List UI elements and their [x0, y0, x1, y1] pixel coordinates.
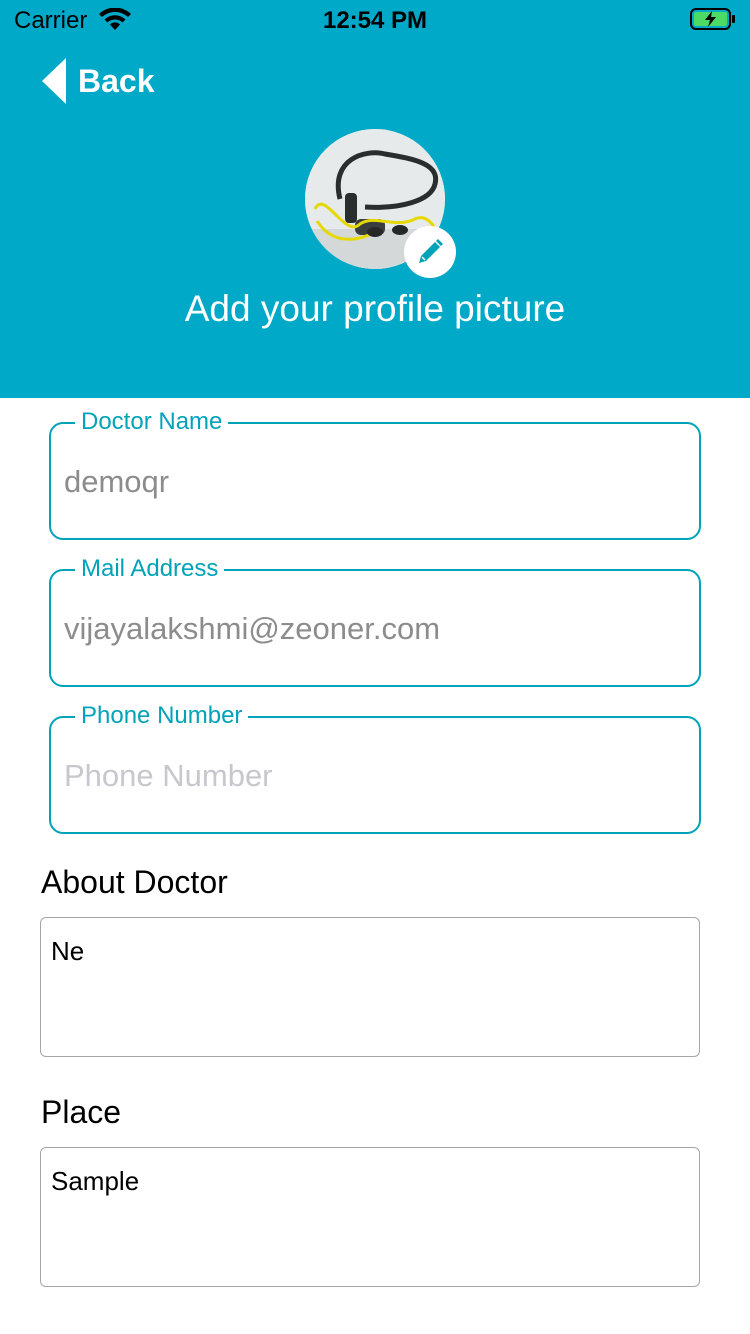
edit-photo-button[interactable] — [404, 226, 456, 278]
place-input[interactable]: Sample — [40, 1147, 700, 1287]
phone-number-placeholder[interactable]: Phone Number — [64, 758, 664, 794]
back-button[interactable]: Back — [40, 56, 155, 106]
mail-address-field[interactable]: Mail Address vijayalakshmi@zeoner.com — [49, 554, 701, 687]
doctor-name-value[interactable]: demoqr — [64, 464, 664, 500]
doctor-name-label: Doctor Name — [75, 407, 229, 437]
profile-picture[interactable] — [305, 129, 456, 278]
phone-number-label: Phone Number — [75, 701, 249, 731]
battery-charging-icon — [690, 8, 735, 30]
mail-address-value[interactable]: vijayalakshmi@zeoner.com — [64, 611, 664, 647]
mail-address-label: Mail Address — [75, 554, 225, 584]
back-label: Back — [78, 62, 155, 99]
doctor-name-field[interactable]: Doctor Name demoqr — [49, 407, 701, 540]
pencil-icon — [419, 239, 443, 263]
status-bar: Carrier 12:54 PM — [0, 0, 750, 40]
back-chevron-icon — [42, 58, 66, 104]
place-label: Place — [41, 1094, 122, 1130]
status-time: 12:54 PM — [322, 7, 428, 34]
place-value: Sample — [51, 1166, 140, 1196]
about-doctor-label: About Doctor — [41, 864, 228, 900]
about-doctor-input[interactable]: Ne — [40, 917, 700, 1057]
phone-number-field[interactable]: Phone Number Phone Number — [49, 701, 701, 834]
profile-title: Add your profile picture — [184, 288, 566, 329]
about-doctor-value: Ne — [51, 936, 85, 966]
profile-header: Carrier 12:54 PM Back Add your profile p… — [0, 0, 750, 398]
